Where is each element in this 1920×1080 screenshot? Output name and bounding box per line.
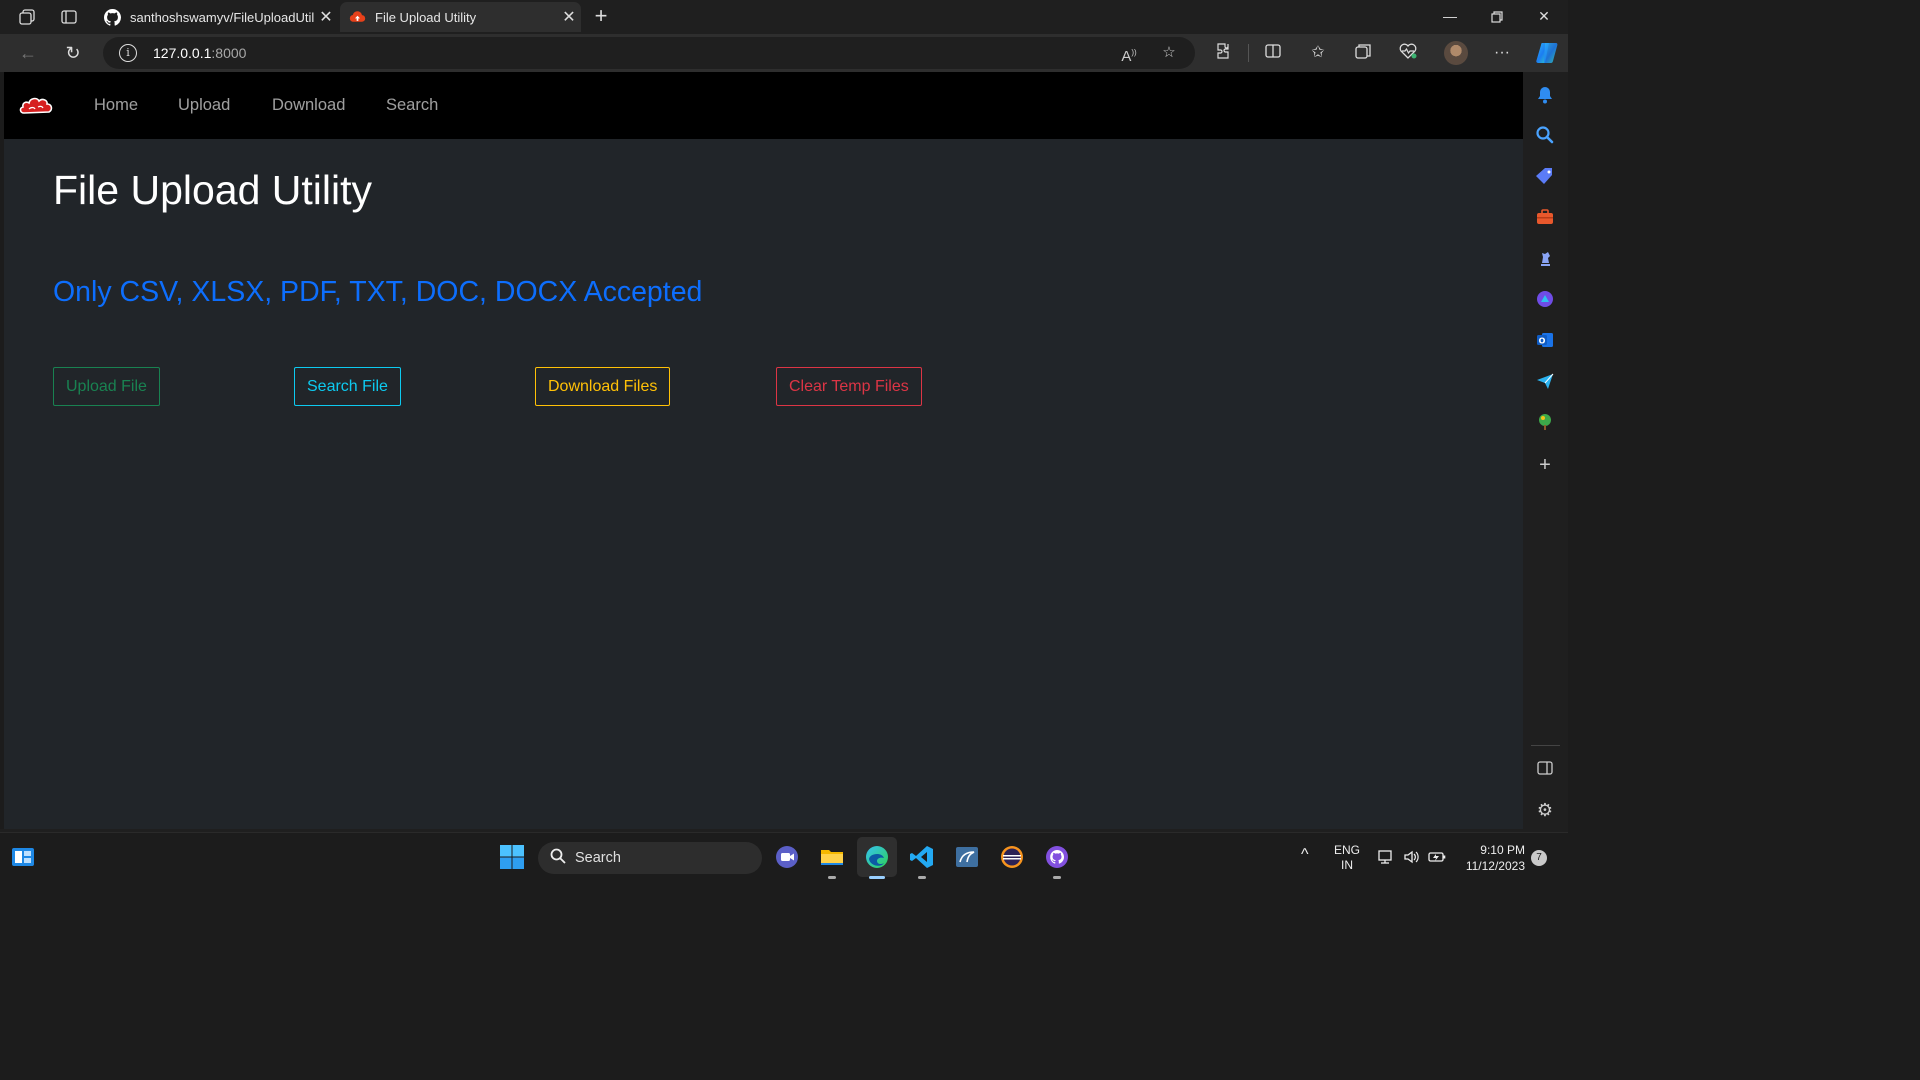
collections-icon[interactable] (1352, 42, 1374, 64)
minimize-icon[interactable]: — (1427, 4, 1473, 28)
nav-home[interactable]: Home (94, 96, 138, 115)
workspaces-icon[interactable] (18, 8, 36, 26)
favorite-star-icon[interactable]: ☆ (1159, 43, 1179, 63)
notification-bell-icon[interactable] (1535, 85, 1555, 105)
copilot-icon[interactable] (1534, 40, 1560, 66)
shopping-tag-icon[interactable] (1535, 166, 1555, 186)
running-indicator (828, 876, 836, 879)
games-chess-icon[interactable] (1535, 248, 1555, 268)
file-explorer-icon[interactable] (819, 844, 845, 870)
running-indicator (1053, 876, 1061, 879)
tools-briefcase-icon[interactable] (1535, 207, 1555, 227)
widgets-icon[interactable] (10, 844, 36, 870)
tab-title: File Upload Utility (375, 9, 477, 25)
search-file-button[interactable]: Search File (294, 367, 401, 406)
favorites-icon[interactable]: ✩ (1307, 42, 1329, 64)
toolbar-divider (1248, 44, 1249, 62)
tab-actions-icon[interactable] (60, 8, 78, 26)
url-text[interactable]: 127.0.0.1:8000 (153, 45, 246, 61)
close-tab-icon[interactable]: ✕ (557, 7, 581, 27)
taskbar-search-box[interactable]: Search (538, 842, 762, 874)
sidebar-divider (1531, 745, 1560, 746)
eclipse-icon[interactable] (999, 844, 1025, 870)
download-files-button[interactable]: Download Files (535, 367, 671, 406)
browser-toolbar: ← ↻ i 127.0.0.1:8000 A)) ☆ ✩ ··· (0, 34, 1568, 72)
battery-icon[interactable] (1427, 848, 1447, 869)
volume-icon[interactable] (1403, 848, 1421, 869)
address-bar[interactable]: i 127.0.0.1:8000 A)) ☆ (103, 37, 1195, 69)
search-icon[interactable] (1535, 125, 1555, 145)
language-indicator[interactable]: ENG IN (1334, 843, 1360, 873)
browser-title-bar: santhoshswamyv/FileUploadUtility ✕ File … (0, 0, 1568, 34)
mysql-workbench-icon[interactable] (954, 844, 980, 870)
site-navbar: Home Upload Download Search (4, 72, 1523, 139)
tab-github[interactable]: santhoshswamyv/FileUploadUtility ✕ (95, 2, 338, 32)
web-page: Home Upload Download Search File Upload … (4, 72, 1523, 829)
split-screen-icon[interactable] (1262, 42, 1284, 64)
edge-sidebar: O + ⚙ (1523, 72, 1568, 829)
read-aloud-icon[interactable]: A)) (1119, 43, 1139, 65)
nav-search[interactable]: Search (386, 96, 438, 115)
language-code: ENG (1334, 843, 1361, 857)
browser-essentials-icon[interactable] (1397, 42, 1419, 64)
add-icon[interactable]: + (1535, 455, 1555, 475)
tab-title: santhoshswamyv/FileUploadUtility (130, 9, 314, 25)
close-window-icon[interactable]: ✕ (1521, 4, 1567, 28)
upload-file-button[interactable]: Upload File (53, 367, 160, 406)
cloud-upload-icon (348, 8, 366, 26)
new-tab-icon[interactable]: + (590, 5, 612, 27)
region-code: IN (1341, 858, 1353, 872)
svg-text:O: O (1539, 337, 1546, 346)
network-icon[interactable] (1377, 848, 1395, 869)
microsoft-365-icon[interactable] (1535, 289, 1555, 309)
nav-upload[interactable]: Upload (178, 96, 230, 115)
edge-browser-icon[interactable] (864, 844, 890, 870)
restore-icon[interactable] (1474, 4, 1520, 28)
outlook-icon[interactable]: O (1535, 330, 1555, 350)
github-desktop-icon[interactable] (1044, 844, 1070, 870)
close-tab-icon[interactable]: ✕ (314, 7, 338, 27)
windows-taskbar: Search ^ ENG IN 9:10 PM 11/12/2023 7 (0, 832, 1568, 882)
teams-meet-icon[interactable] (774, 844, 800, 870)
extensions-icon[interactable] (1213, 42, 1235, 64)
github-icon (103, 8, 121, 26)
running-indicator (918, 876, 926, 879)
taskbar-search-label: Search (575, 850, 621, 866)
search-icon (550, 848, 566, 864)
more-options-icon[interactable]: ··· (1491, 42, 1513, 64)
clock[interactable]: 9:10 PM 11/12/2023 (1459, 842, 1525, 874)
page-title: File Upload Utility (53, 167, 372, 213)
settings-gear-icon[interactable]: ⚙ (1535, 800, 1555, 820)
send-plane-icon[interactable] (1535, 371, 1555, 391)
refresh-icon[interactable]: ↻ (62, 42, 84, 64)
profile-avatar[interactable] (1444, 41, 1468, 65)
back-icon[interactable]: ← (17, 42, 39, 64)
nav-download[interactable]: Download (272, 96, 345, 115)
clock-time: 9:10 PM (1480, 843, 1525, 857)
clear-temp-files-button[interactable]: Clear Temp Files (776, 367, 922, 406)
vscode-icon[interactable] (909, 844, 935, 870)
windows-start-icon[interactable] (499, 844, 525, 870)
active-indicator (869, 876, 885, 879)
hide-sidebar-icon[interactable] (1535, 759, 1555, 779)
notification-badge[interactable]: 7 (1531, 850, 1547, 866)
red-cloud-logo-icon[interactable] (19, 91, 55, 121)
site-info-icon[interactable]: i (119, 44, 137, 62)
clock-date: 11/12/2023 (1465, 859, 1525, 873)
accepted-formats-note: Only CSV, XLSX, PDF, TXT, DOC, DOCX Acce… (53, 276, 703, 308)
show-hidden-icons-chevron-icon[interactable]: ^ (1301, 846, 1309, 864)
tab-file-upload-utility[interactable]: File Upload Utility ✕ (340, 2, 581, 32)
tree-icon[interactable] (1535, 412, 1555, 432)
